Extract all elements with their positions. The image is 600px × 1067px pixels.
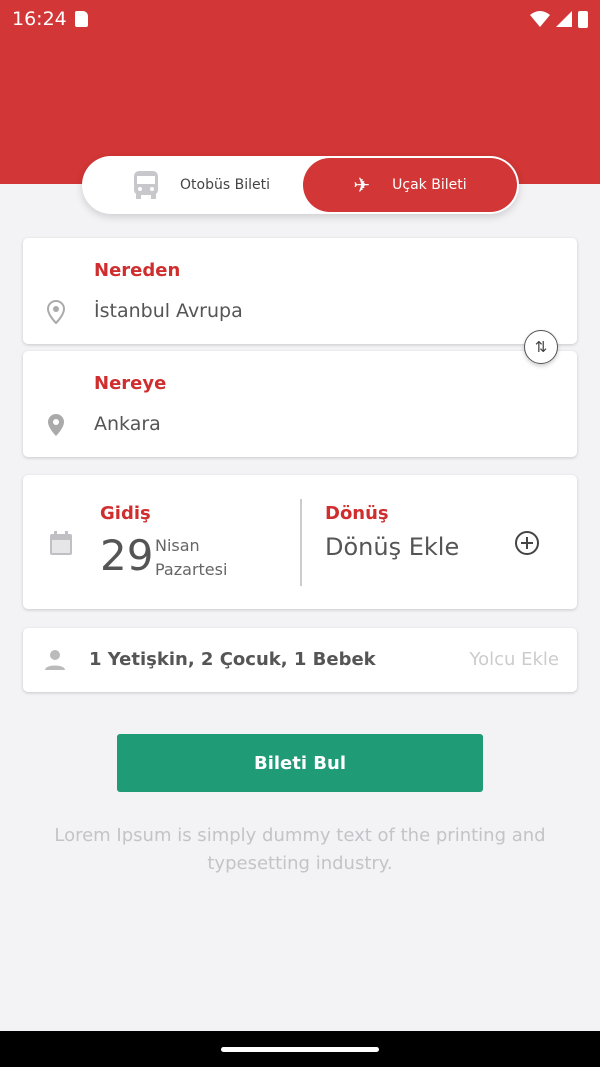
signal-icon bbox=[556, 11, 572, 27]
to-label: Nereye bbox=[94, 373, 167, 394]
bus-icon bbox=[134, 171, 159, 199]
departure-weekday: Pazartesi bbox=[155, 560, 228, 579]
add-passenger-link[interactable]: Yolcu Ekle bbox=[469, 649, 559, 670]
navigation-bar bbox=[0, 1031, 600, 1067]
find-ticket-button[interactable]: Bileti Bul bbox=[117, 734, 483, 792]
plane-ticket-label: Uçak Bileti bbox=[392, 177, 467, 193]
location-icon bbox=[48, 414, 64, 436]
departure-date[interactable]: Gidiş 29 Nisan Pazartesi bbox=[23, 475, 300, 609]
date-card: Gidiş 29 Nisan Pazartesi Dönüş Dönüş Ekl… bbox=[23, 475, 577, 609]
battery-icon bbox=[578, 10, 588, 28]
bus-ticket-label: Otobüs Bileti bbox=[180, 177, 270, 193]
return-date[interactable]: Dönüş Dönüş Ekle bbox=[302, 475, 577, 609]
swap-locations-button[interactable]: ⇅ bbox=[524, 330, 558, 364]
to-field[interactable]: Nereye Ankara bbox=[23, 351, 577, 457]
calendar-icon bbox=[50, 531, 72, 555]
passengers-value: 1 Yetişkin, 2 Çocuk, 1 Bebek bbox=[89, 649, 376, 670]
description-text: Lorem Ipsum is simply dummy text of the … bbox=[54, 825, 546, 874]
from-label: Nereden bbox=[94, 260, 181, 281]
airplane-icon: ✈ bbox=[353, 173, 371, 197]
from-value: İstanbul Avrupa bbox=[94, 300, 243, 322]
swap-icon: ⇅ bbox=[534, 338, 548, 356]
person-icon bbox=[45, 650, 65, 670]
departure-day: 29 bbox=[100, 531, 154, 580]
location-outline-icon bbox=[47, 300, 65, 324]
to-value: Ankara bbox=[94, 413, 161, 435]
sd-card-icon bbox=[74, 11, 88, 27]
home-handle[interactable] bbox=[221, 1047, 379, 1052]
status-bar: 16:24 bbox=[12, 6, 588, 32]
tab-plane-ticket[interactable]: ✈ Uçak Bileti bbox=[303, 158, 517, 212]
departure-month: Nisan bbox=[155, 536, 200, 555]
status-time: 16:24 bbox=[12, 8, 67, 30]
return-label: Dönüş bbox=[325, 503, 389, 524]
passengers-field[interactable]: 1 Yetişkin, 2 Çocuk, 1 Bebek Yolcu Ekle bbox=[23, 628, 577, 692]
wifi-icon bbox=[530, 11, 550, 27]
departure-label: Gidiş bbox=[100, 503, 151, 524]
return-value: Dönüş Ekle bbox=[325, 533, 460, 561]
add-circle-icon[interactable] bbox=[514, 530, 540, 556]
from-field[interactable]: Nereden İstanbul Avrupa bbox=[23, 238, 577, 344]
ticket-type-toggle: Otobüs Bileti ✈ Uçak Bileti bbox=[82, 156, 519, 214]
tab-bus-ticket[interactable]: Otobüs Bileti bbox=[102, 158, 302, 212]
